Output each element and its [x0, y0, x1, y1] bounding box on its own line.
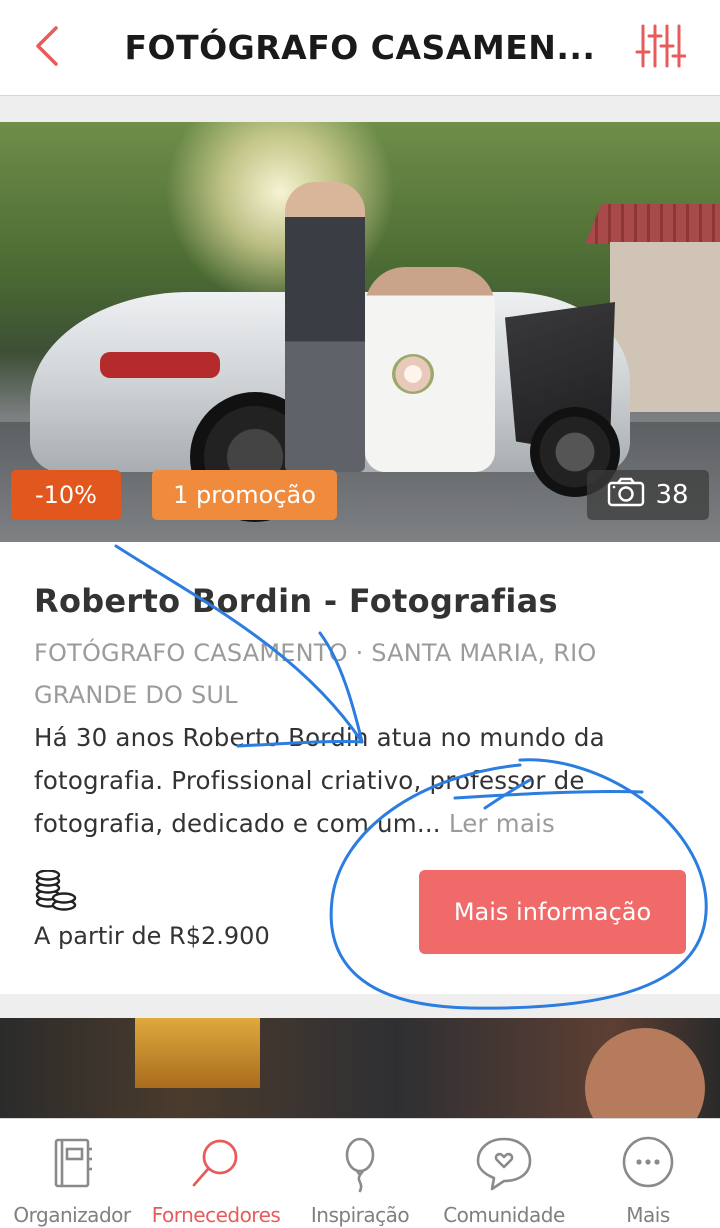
page-title: FOTÓGRAFO CASAMEN...: [124, 28, 596, 67]
vendor-name[interactable]: Roberto Bordin - Fotografias: [34, 582, 684, 620]
sliders-icon[interactable]: [634, 22, 687, 70]
nav-label-organizador: Organizador: [13, 1203, 131, 1227]
photo-window: [135, 1018, 260, 1088]
nav-label-comunidade: Comunidade: [443, 1203, 565, 1227]
nav-item-comunidade[interactable]: Comunidade: [432, 1119, 576, 1228]
nav-item-mais[interactable]: Mais: [576, 1119, 720, 1228]
vendor-info: Roberto Bordin - Fotografias FOTÓGRAFO C…: [34, 582, 684, 845]
photo-bouquet: [392, 354, 434, 394]
read-more-link[interactable]: Ler mais: [449, 809, 555, 838]
chat-heart-icon: [476, 1137, 532, 1191]
nav-label-inspiracao: Inspiração: [310, 1203, 410, 1227]
magnifier-icon: [192, 1139, 238, 1187]
vendor-photo[interactable]: -10% 1 promoção 38: [0, 122, 720, 542]
photo-roof: [585, 204, 720, 244]
notebook-icon: [54, 1138, 92, 1188]
coins-icon: [34, 869, 78, 912]
nav-item-inspiracao[interactable]: Inspiração: [288, 1119, 432, 1228]
nav-label-fornecedores: Fornecedores: [151, 1203, 281, 1227]
promo-badge: 1 promoção: [152, 470, 337, 520]
nav-item-organizador[interactable]: Organizador: [0, 1119, 144, 1228]
nav-item-fornecedores[interactable]: Fornecedores: [144, 1119, 288, 1228]
more-dots-icon: [622, 1136, 674, 1188]
chevron-left-icon[interactable]: [28, 22, 68, 70]
bottom-navigation: Organizador Fornecedores Inspiração Comu…: [0, 1118, 720, 1228]
price-label: A partir de R$2.900: [34, 922, 270, 950]
more-info-button[interactable]: Mais informação: [419, 870, 686, 954]
photo-person: [585, 1028, 705, 1118]
app-header: FOTÓGRAFO CASAMEN...: [0, 0, 720, 96]
camera-icon: [607, 477, 645, 514]
balloon-icon: [345, 1137, 375, 1193]
photo-count-badge[interactable]: 38: [587, 470, 709, 520]
discount-badge: -10%: [11, 470, 121, 520]
photo-car-light: [100, 352, 220, 378]
vendor-description: Há 30 anos Roberto Bordin atua no mundo …: [34, 716, 684, 845]
photo-groom: [285, 182, 365, 472]
photo-count: 38: [655, 480, 689, 510]
nav-label-mais: Mais: [626, 1203, 670, 1227]
next-vendor-photo[interactable]: [0, 1018, 720, 1118]
vendor-card[interactable]: -10% 1 promoção 38 Roberto Bordin - Foto…: [0, 122, 720, 994]
vendor-category-location: FOTÓGRAFO CASAMENTO · SANTA MARIA, RIO G…: [34, 639, 597, 709]
